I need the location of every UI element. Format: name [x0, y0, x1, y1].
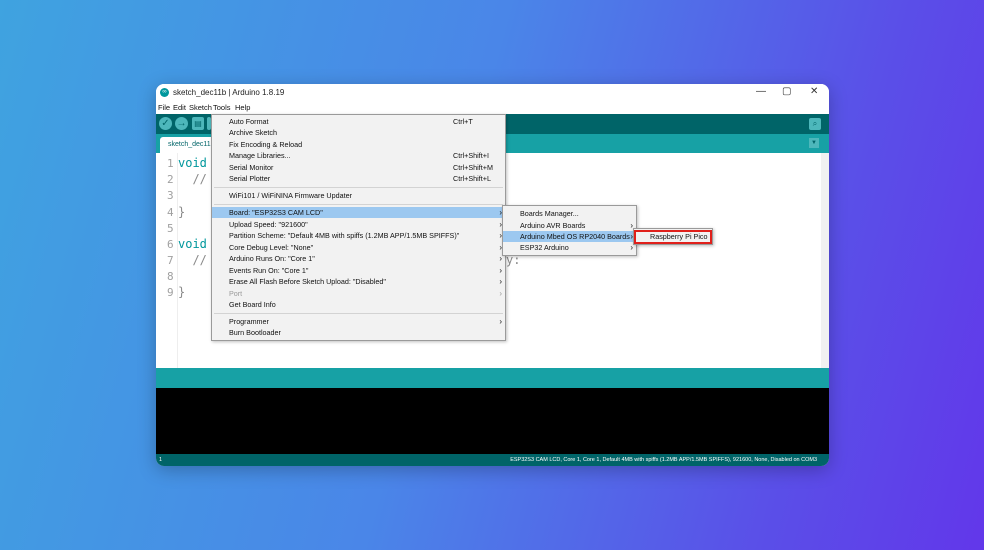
- status-bar: 1 ESP32S3 CAM LCD, Core 1, Core 1, Defau…: [156, 454, 829, 466]
- menu-item-arduino-runs-on[interactable]: Arduino Runs On: "Core 1" ›: [212, 253, 505, 264]
- submenu-arrow-icon: ›: [499, 289, 502, 298]
- menu-item-label: Boards Manager...: [520, 209, 579, 218]
- menu-item-label: Manage Libraries...: [229, 151, 291, 160]
- menu-item-label: Core Debug Level: "None": [229, 243, 314, 252]
- menu-item-fix-encoding[interactable]: Fix Encoding & Reload: [212, 139, 505, 150]
- line-number: 4: [167, 206, 174, 219]
- upload-button[interactable]: →: [175, 117, 188, 130]
- menu-item-label: Get Board Info: [229, 300, 276, 309]
- menu-item-port: Port ›: [212, 288, 505, 299]
- menu-item-partition-scheme[interactable]: Partition Scheme: "Default 4MB with spif…: [212, 230, 505, 241]
- menu-help[interactable]: Help: [235, 103, 250, 112]
- code-line: }: [178, 285, 186, 299]
- code-line: //: [178, 172, 207, 186]
- code-line: void: [178, 156, 207, 170]
- submenu-arrow-icon: ›: [499, 317, 502, 326]
- menu-separator: [214, 313, 503, 314]
- maximize-button[interactable]: ▢: [782, 86, 791, 97]
- menu-item-shortcut: Ctrl+Shift+I: [453, 151, 489, 160]
- menu-item-label: Arduino Mbed OS RP2040 Boards: [520, 232, 630, 241]
- menu-item-events-run-on[interactable]: Events Run On: "Core 1" ›: [212, 265, 505, 276]
- line-number: 8: [167, 270, 174, 283]
- menu-item-label: Board: "ESP32S3 CAM LCD": [229, 208, 323, 217]
- menu-item-label: ESP32 Arduino: [520, 243, 569, 252]
- menu-item-label: Serial Plotter: [229, 174, 271, 183]
- menu-edit[interactable]: Edit: [173, 103, 186, 112]
- menu-item-serial-plotter[interactable]: Serial Plotter Ctrl+Shift+L: [212, 173, 505, 184]
- menu-item-board[interactable]: Board: "ESP32S3 CAM LCD" ›: [212, 207, 505, 218]
- menu-item-label: Arduino Runs On: "Core 1": [229, 254, 315, 263]
- title-bar: ∞ sketch_dec11b | Arduino 1.8.19 — ▢ ✕: [156, 84, 829, 102]
- menu-item-esp32-arduino[interactable]: ESP32 Arduino ›: [503, 242, 636, 253]
- menu-item-label: Archive Sketch: [229, 128, 277, 137]
- minimize-button[interactable]: —: [756, 86, 766, 97]
- close-button[interactable]: ✕: [810, 86, 818, 97]
- code-line: //: [178, 253, 207, 267]
- submenu-arrow-icon: ›: [499, 266, 502, 275]
- menu-item-burn-bootloader[interactable]: Burn Bootloader: [212, 327, 505, 338]
- menu-item-label: Upload Speed: "921600": [229, 220, 308, 229]
- menu-item-label: Port: [229, 289, 243, 298]
- editor-scrollbar[interactable]: [821, 153, 829, 368]
- menu-item-label: Arduino AVR Boards: [520, 221, 586, 230]
- menu-item-get-board-info[interactable]: Get Board Info: [212, 299, 505, 310]
- serial-monitor-icon[interactable]: ⌕: [809, 118, 821, 130]
- status-board-info: ESP32S3 CAM LCD, Core 1, Core 1, Default…: [510, 457, 817, 463]
- menu-item-label: Programmer: [229, 317, 269, 326]
- menu-item-label: Raspberry Pi Pico: [650, 232, 708, 241]
- menu-item-boards-manager[interactable]: Boards Manager...: [503, 208, 636, 219]
- menu-tools[interactable]: Tools: [213, 103, 231, 112]
- submenu-arrow-icon: ›: [499, 277, 502, 286]
- menu-sketch[interactable]: Sketch: [189, 103, 212, 112]
- menu-item-label: Serial Monitor: [229, 163, 274, 172]
- line-number: 6: [167, 238, 174, 251]
- menu-item-firmware-updater[interactable]: WiFi101 / WiFiNINA Firmware Updater: [212, 190, 505, 201]
- menu-item-avr-boards[interactable]: Arduino AVR Boards ›: [503, 220, 636, 231]
- board-submenu: Boards Manager... Arduino AVR Boards › A…: [502, 205, 637, 256]
- rp2040-submenu: Raspberry Pi Pico: [633, 228, 713, 245]
- menu-item-shortcut: Ctrl+Shift+M: [453, 163, 493, 172]
- message-area: [156, 368, 829, 388]
- tab-menu-button[interactable]: ▼: [809, 138, 819, 148]
- line-number: 5: [167, 222, 174, 235]
- menu-item-raspberry-pi-pico[interactable]: Raspberry Pi Pico: [634, 230, 712, 244]
- tools-menu: Auto Format Ctrl+T Archive Sketch Fix En…: [211, 114, 506, 341]
- new-sketch-button[interactable]: ▤: [192, 117, 204, 130]
- menu-item-serial-monitor[interactable]: Serial Monitor Ctrl+Shift+M: [212, 162, 505, 173]
- line-number: 2: [167, 173, 174, 186]
- menu-item-archive-sketch[interactable]: Archive Sketch: [212, 127, 505, 138]
- menu-item-label: Fix Encoding & Reload: [229, 140, 303, 149]
- menu-item-label: Events Run On: "Core 1": [229, 266, 309, 275]
- arduino-logo-icon: ∞: [160, 88, 169, 97]
- menu-item-rp2040-boards[interactable]: Arduino Mbed OS RP2040 Boards ›: [503, 231, 636, 242]
- line-number: 7: [167, 254, 174, 267]
- menu-item-core-debug-level[interactable]: Core Debug Level: "None" ›: [212, 242, 505, 253]
- menu-file[interactable]: File: [158, 103, 170, 112]
- verify-button[interactable]: ✓: [159, 117, 172, 130]
- line-number: 9: [167, 286, 174, 299]
- tab-sketch[interactable]: sketch_dec11: [160, 137, 219, 153]
- menu-item-label: Auto Format: [229, 117, 269, 126]
- menu-item-erase-flash[interactable]: Erase All Flash Before Sketch Upload: "D…: [212, 276, 505, 287]
- menu-item-label: Partition Scheme: "Default 4MB with spif…: [229, 231, 460, 240]
- output-console: [156, 388, 829, 454]
- menu-separator: [214, 187, 503, 188]
- menu-item-manage-libraries[interactable]: Manage Libraries... Ctrl+Shift+I: [212, 150, 505, 161]
- menu-item-programmer[interactable]: Programmer ›: [212, 316, 505, 327]
- menu-item-label: WiFi101 / WiFiNINA Firmware Updater: [229, 191, 353, 200]
- status-line-number: 1: [159, 457, 163, 463]
- menu-item-shortcut: Ctrl+Shift+L: [453, 174, 491, 183]
- code-line: }: [178, 205, 186, 219]
- line-number: 3: [167, 189, 174, 202]
- line-number: 1: [167, 157, 174, 170]
- window-title: sketch_dec11b | Arduino 1.8.19: [173, 88, 285, 97]
- menu-item-upload-speed[interactable]: Upload Speed: "921600" ›: [212, 219, 505, 230]
- menu-item-label: Erase All Flash Before Sketch Upload: "D…: [229, 277, 386, 286]
- code-line: void: [178, 237, 207, 251]
- menu-item-shortcut: Ctrl+T: [453, 117, 473, 126]
- menu-item-label: Burn Bootloader: [229, 328, 281, 337]
- menu-separator: [214, 204, 503, 205]
- menu-item-auto-format[interactable]: Auto Format Ctrl+T: [212, 116, 505, 127]
